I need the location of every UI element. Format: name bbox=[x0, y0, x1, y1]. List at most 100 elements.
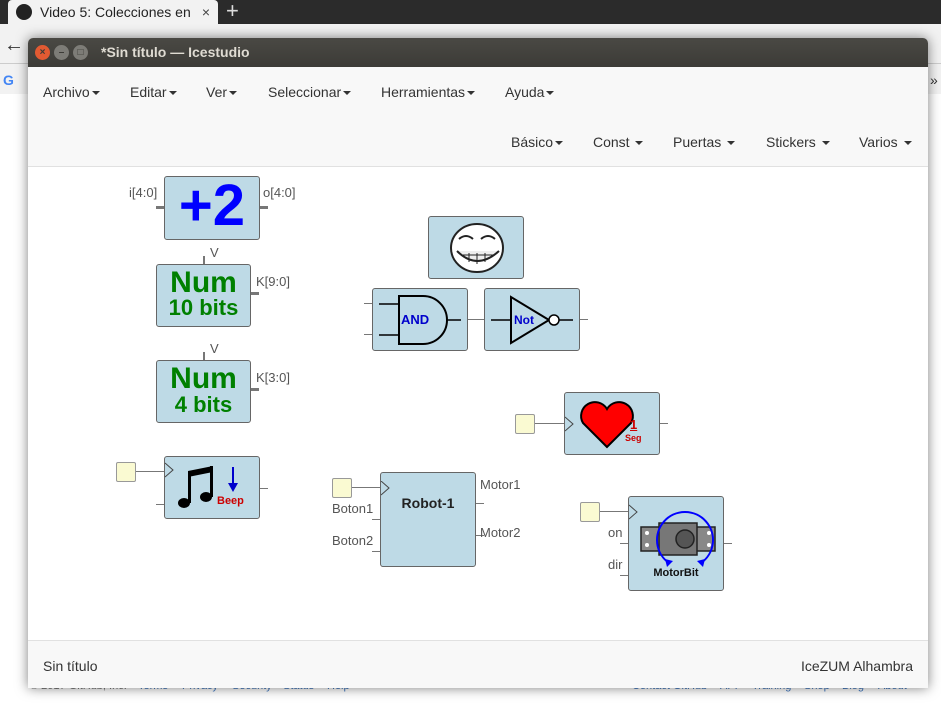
caret-down-icon bbox=[343, 91, 352, 96]
plus2-block[interactable]: +2 bbox=[164, 173, 260, 240]
menu-const-label: Const bbox=[593, 134, 630, 150]
menu-puertas[interactable]: Puertas bbox=[673, 134, 736, 150]
window-close-button[interactable]: × bbox=[35, 45, 50, 60]
num4-out-label: K[3:0] bbox=[256, 370, 290, 385]
board-name[interactable]: IceZUM Alhambra bbox=[801, 658, 913, 674]
caret-down-icon bbox=[635, 141, 644, 146]
browser-tab-strip: Video 5: Colecciones en × + bbox=[0, 0, 941, 24]
caret-down-icon bbox=[168, 91, 177, 96]
not-out-pin[interactable] bbox=[580, 319, 588, 320]
not-label: Not bbox=[514, 313, 534, 327]
menu-seleccionar[interactable]: Seleccionar bbox=[268, 84, 352, 100]
menu-herramientas[interactable]: Herramientas bbox=[381, 84, 476, 100]
and-in-pin-2[interactable] bbox=[364, 334, 372, 335]
beep-pin-2[interactable] bbox=[156, 504, 164, 505]
robot-out1-pin[interactable] bbox=[476, 503, 484, 504]
menu-ayuda-label: Ayuda bbox=[505, 84, 545, 100]
not-in-pin[interactable] bbox=[476, 319, 484, 320]
heart-block[interactable]: 1 Seg bbox=[564, 392, 660, 455]
menu-ayuda[interactable]: Ayuda bbox=[505, 84, 555, 100]
github-icon bbox=[16, 4, 32, 20]
menu-const[interactable]: Const bbox=[593, 134, 644, 150]
menu-archivo[interactable]: Archivo bbox=[43, 84, 100, 100]
beep-out-pin[interactable] bbox=[260, 488, 268, 489]
bookmarks-more-icon[interactable]: » bbox=[930, 72, 938, 88]
and-in-pin-1[interactable] bbox=[364, 303, 372, 304]
not-gate-block[interactable]: Not bbox=[484, 288, 580, 351]
window-minimize-button[interactable]: – bbox=[54, 45, 69, 60]
menu-ver-label: Ver bbox=[206, 84, 228, 100]
num10-block[interactable]: Num 10 bits bbox=[156, 264, 251, 327]
motorbit-in2-pin[interactable] bbox=[620, 575, 628, 576]
num4-out-pin[interactable] bbox=[251, 388, 259, 391]
motorbit-in2-label: dir bbox=[608, 557, 623, 572]
menu-basico[interactable]: Básico bbox=[511, 134, 564, 150]
menu-stickers[interactable]: Stickers bbox=[766, 134, 830, 150]
robot-input-box[interactable] bbox=[332, 478, 352, 498]
back-arrow-icon[interactable]: ← bbox=[4, 34, 24, 57]
caret-down-icon bbox=[546, 91, 555, 96]
menu-varios[interactable]: Varios bbox=[859, 134, 912, 150]
menu-ver[interactable]: Ver bbox=[206, 84, 238, 100]
plus2-in-label: i[4:0] bbox=[129, 185, 158, 200]
window-titlebar[interactable]: × – □ *Sin título — Icestudio bbox=[28, 38, 928, 67]
beep-label: Beep bbox=[217, 495, 244, 507]
troll-face-icon bbox=[450, 223, 504, 273]
robot-title: Robot-1 bbox=[401, 495, 455, 511]
motorbit-out-pin[interactable] bbox=[724, 543, 732, 544]
troll-sticker-block[interactable] bbox=[428, 216, 524, 279]
robot-wire bbox=[352, 487, 380, 488]
motorbit-in1-pin[interactable] bbox=[620, 543, 628, 544]
num10-top-label: V bbox=[210, 245, 219, 260]
plus2-out-label: o[4:0] bbox=[263, 185, 296, 200]
robot-in2-pin[interactable] bbox=[372, 551, 380, 552]
num4-top-pin[interactable] bbox=[203, 352, 205, 360]
status-bar: Sin título IceZUM Alhambra bbox=[28, 640, 928, 688]
plus2-in-pin[interactable] bbox=[156, 206, 164, 209]
motorbit-block[interactable]: MotorBit bbox=[628, 496, 724, 591]
heart-out-pin[interactable] bbox=[660, 423, 668, 424]
menu-bar: Archivo Editar Ver Seleccionar Herramien… bbox=[28, 67, 928, 167]
icestudio-window: × – □ *Sin título — Icestudio Archivo Ed… bbox=[28, 38, 928, 688]
caret-down-icon bbox=[467, 91, 476, 96]
menu-archivo-label: Archivo bbox=[43, 84, 90, 100]
plus2-out-pin[interactable] bbox=[260, 206, 268, 209]
menu-herramientas-label: Herramientas bbox=[381, 84, 466, 100]
caret-down-icon bbox=[727, 141, 736, 146]
num10-top-pin[interactable] bbox=[203, 256, 205, 264]
num4-line1: Num bbox=[170, 362, 237, 395]
beep-block[interactable]: Beep bbox=[164, 456, 260, 519]
robot-out1-label: Motor1 bbox=[480, 477, 521, 492]
motorbit-label: MotorBit bbox=[653, 567, 699, 579]
beep-input-box[interactable] bbox=[116, 462, 136, 482]
num10-out-label: K[9:0] bbox=[256, 274, 290, 289]
num10-out-pin[interactable] bbox=[251, 292, 259, 295]
and-gate-block[interactable]: AND bbox=[372, 288, 468, 351]
robot-in1-pin[interactable] bbox=[372, 519, 380, 520]
motorbit-wire bbox=[600, 511, 628, 512]
project-name: Sin título bbox=[43, 658, 98, 674]
menu-varios-label: Varios bbox=[859, 134, 898, 150]
window-title: *Sin título — Icestudio bbox=[101, 44, 250, 60]
tab-close-icon[interactable]: × bbox=[202, 4, 210, 20]
robot-block[interactable]: Robot-1 bbox=[380, 472, 476, 567]
window-maximize-button[interactable]: □ bbox=[73, 45, 88, 60]
heart-input-box[interactable] bbox=[515, 414, 535, 434]
and-label: AND bbox=[401, 312, 430, 327]
new-tab-button[interactable]: + bbox=[226, 0, 239, 22]
google-bookmark-icon[interactable]: G bbox=[3, 72, 14, 88]
music-note-icon bbox=[165, 462, 238, 508]
robot-in2-label: Boton2 bbox=[332, 533, 374, 548]
browser-tab[interactable]: Video 5: Colecciones en × bbox=[8, 0, 218, 24]
caret-down-icon bbox=[229, 91, 238, 96]
num4-top-label: V bbox=[210, 341, 219, 356]
heart-unit: Seg bbox=[625, 433, 642, 443]
num4-block[interactable]: Num 4 bits bbox=[156, 360, 251, 423]
design-canvas[interactable]: i[4:0] +2 o[4:0] V Num 10 bits K[9:0] V … bbox=[28, 168, 928, 640]
motorbit-input-box[interactable] bbox=[580, 502, 600, 522]
beep-wire bbox=[136, 471, 164, 472]
menu-editar[interactable]: Editar bbox=[130, 84, 177, 100]
num10-line2: 10 bits bbox=[168, 295, 239, 320]
menu-stickers-label: Stickers bbox=[766, 134, 816, 150]
plus2-text: +2 bbox=[178, 173, 246, 238]
